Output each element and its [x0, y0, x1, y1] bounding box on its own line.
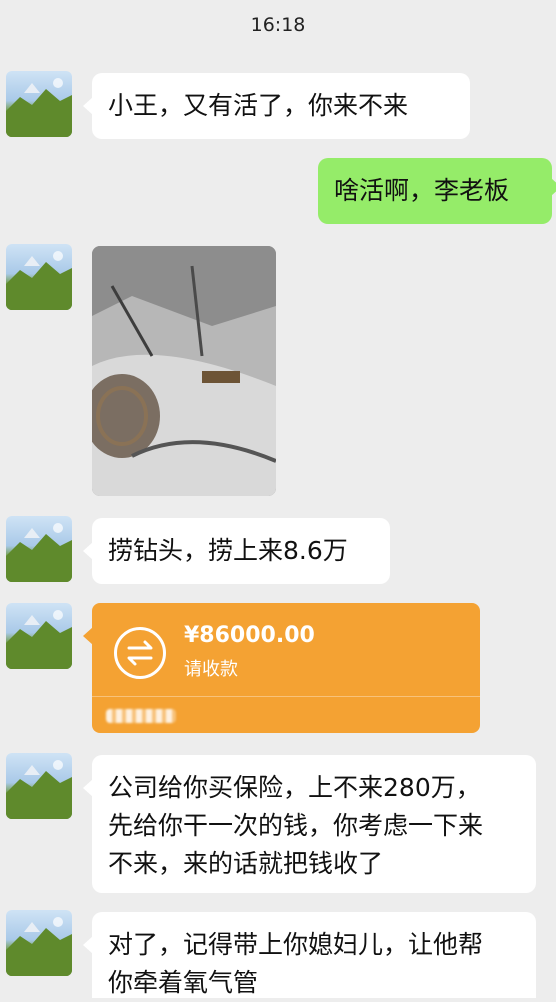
- shared-photo[interactable]: [92, 246, 276, 496]
- message-text-1[interactable]: 小王，又有活了，你来不来: [83, 73, 470, 139]
- money-transfer-card[interactable]: ¥86000.00 请收款: [83, 603, 480, 733]
- message-line: 不来，来的话就把钱收了: [108, 849, 384, 878]
- message-line: 先给你干一次的钱，你考虑一下来: [108, 811, 484, 840]
- message-text: 捞钻头，捞上来8.6万: [108, 536, 348, 565]
- message-line: 你牵着氧气管: [108, 968, 259, 997]
- contact-avatar[interactable]: [6, 753, 72, 819]
- message-text-4[interactable]: 捞钻头，捞上来8.6万: [83, 518, 390, 584]
- contact-avatar[interactable]: [6, 910, 72, 976]
- contact-avatar[interactable]: [6, 603, 72, 669]
- contact-avatar[interactable]: [6, 71, 72, 137]
- message-text-6[interactable]: 公司给你买保险，上不来280万， 先给你干一次的钱，你考虑一下来 不来，来的话就…: [83, 755, 536, 893]
- message-line: 公司给你买保险，上不来280万，: [108, 773, 481, 802]
- transfer-footer: [92, 696, 480, 733]
- contact-avatar[interactable]: [6, 244, 72, 310]
- message-text-7[interactable]: 对了，记得带上你媳妇儿，让他帮 你牵着氧气管: [83, 912, 536, 998]
- transfer-arrows-icon: [114, 627, 166, 679]
- blurred-label: [106, 709, 176, 723]
- transfer-status: 请收款: [184, 659, 238, 680]
- message-text-2[interactable]: 啥活啊，李老板: [318, 158, 556, 224]
- contact-avatar[interactable]: [6, 516, 72, 582]
- message-line: 对了，记得带上你媳妇儿，让他帮: [108, 930, 484, 959]
- message-text: 小王，又有活了，你来不来: [108, 91, 409, 120]
- transfer-amount: ¥86000.00: [184, 623, 315, 648]
- status-time: 16:18: [250, 14, 306, 36]
- message-text: 啥活啊，李老板: [334, 176, 510, 205]
